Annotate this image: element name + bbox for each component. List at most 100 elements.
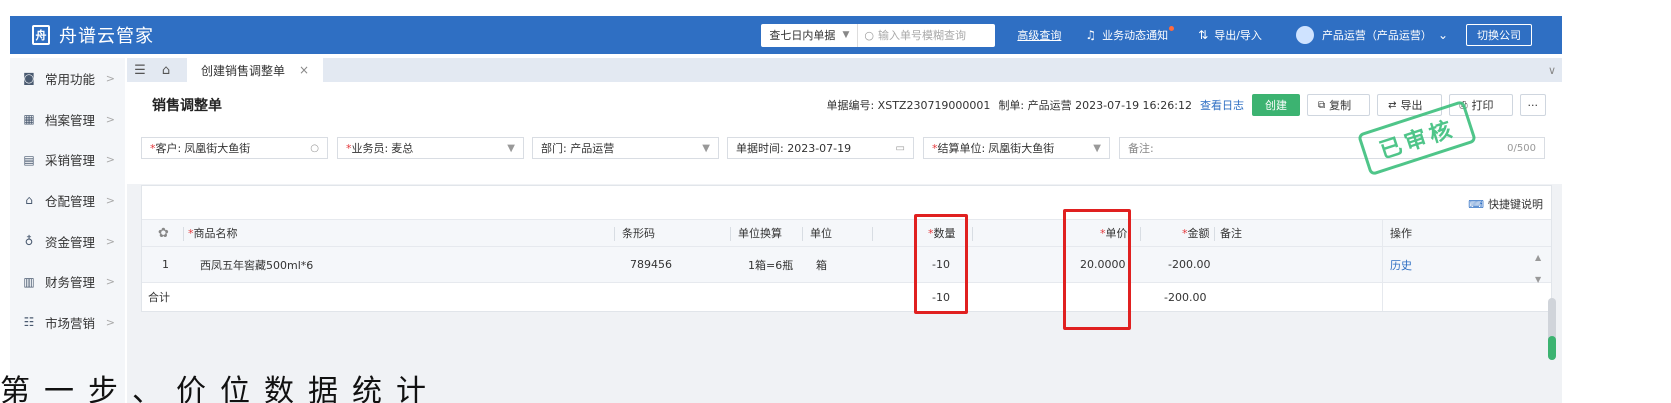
table-header: ✿ * 商品名称 条形码 单位换算 单位 * 数量 * 单价 * 金额 备注 操作 xyxy=(142,219,1551,247)
warehouse-icon: ⌂ xyxy=(25,193,33,208)
more-button[interactable]: ··· xyxy=(1519,94,1546,116)
sort-arrows-icon: ⇅ xyxy=(1198,28,1209,42)
ops-column xyxy=(1382,219,1522,311)
user-name: 产品运营（产品运营） xyxy=(1321,29,1432,42)
sidebar-item-label: 财务管理 xyxy=(45,275,96,291)
notifications-button[interactable]: ♫ 业务动态通知 xyxy=(1085,25,1175,43)
settlement-label: 结算单位: xyxy=(937,142,986,155)
remark-counter: 0/500 xyxy=(1507,142,1536,154)
export-import-button[interactable]: ⇅ 导出/导入 xyxy=(1198,27,1262,43)
row-amount[interactable]: -200.00 xyxy=(1168,247,1210,282)
department-field[interactable]: 部门: 产品运营 ▼ xyxy=(532,137,719,159)
sidebar-item-label: 资金管理 xyxy=(45,234,96,250)
salesman-field[interactable]: * 业务员: 麦总 ▼ xyxy=(337,137,524,159)
sidebar-item-common[interactable]: ◙ 常用功能 > xyxy=(10,58,125,99)
sidebar: ◙ 常用功能 > ▦ 档案管理 > ▤ 采销管理 > ⌂ 仓配管理 > ♁ 资金… xyxy=(10,58,125,403)
copy-button[interactable]: ⧉ 复制 xyxy=(1306,94,1371,116)
shortcut-help-link[interactable]: ⌨ 快捷键说明 xyxy=(1468,196,1543,212)
doc-search-input[interactable]: ○ 输入单号模糊查询 xyxy=(857,23,996,47)
fund-icon: ♁ xyxy=(24,234,34,249)
menu-collapse-icon[interactable]: ☰ xyxy=(127,63,153,78)
caret-down-icon: ▼ xyxy=(702,142,710,154)
price-highlight-box xyxy=(1063,209,1131,330)
avatar xyxy=(1295,26,1314,44)
column-header-unit: 单位 xyxy=(810,227,832,240)
chevron-right-icon: > xyxy=(105,71,115,85)
advanced-search-link[interactable]: 高级查询 xyxy=(1017,27,1061,43)
row-product-name[interactable]: 西凤五年窖藏500ml*6 xyxy=(200,247,313,282)
qty-highlight-box xyxy=(914,214,968,314)
search-placeholder: 输入单号模糊查询 xyxy=(878,29,966,42)
page-scrollbar-thumb[interactable] xyxy=(1548,336,1556,360)
table-total-row: 合计 -10 -200.00 xyxy=(142,283,1551,311)
create-button[interactable]: 创建 xyxy=(1251,94,1300,116)
export-label: 导出 xyxy=(1400,99,1423,112)
row-barcode: 789456 xyxy=(630,258,672,271)
caret-down-icon: ▼ xyxy=(1093,142,1101,154)
row-scroll-arrows-icon[interactable]: ▲ ▼ xyxy=(1535,252,1541,285)
customer-field[interactable]: * 客户: 凤凰街大鱼街 ○ xyxy=(141,137,328,159)
page-title: 销售调整单 xyxy=(152,98,222,114)
sidebar-item-finance[interactable]: ▥ 财务管理 > xyxy=(10,261,125,302)
settlement-field[interactable]: * 结算单位: 凤凰街大鱼街 ▼ xyxy=(923,137,1110,159)
chevron-right-icon: > xyxy=(105,234,115,248)
sidebar-item-archive[interactable]: ▦ 档案管理 > xyxy=(10,99,125,140)
document-header: 销售调整单 单据编号: XSTZ230719000001 制单: 产品运营 20… xyxy=(127,82,1562,128)
archive-icon: ▦ xyxy=(23,112,35,127)
date-range-select[interactable]: 查七日内单据 ▼ xyxy=(761,23,858,47)
user-menu[interactable]: 产品运营（产品运营） ⌄ xyxy=(1295,26,1448,44)
settings-gear-icon[interactable]: ✿ xyxy=(158,220,169,246)
sidebar-item-fund[interactable]: ♁ 资金管理 > xyxy=(10,221,125,262)
sidebar-item-marketing[interactable]: ☷ 市场营销 > xyxy=(10,302,125,343)
items-table: ⌨ 快捷键说明 ✿ * 商品名称 条形码 单位换算 单位 * 数量 * 单价 * 金额 xyxy=(141,185,1552,312)
home-icon[interactable]: ⌂ xyxy=(153,63,179,78)
table-row[interactable]: 1 西凤五年窖藏500ml*6 789456 1箱=6瓶 箱 -10 20.00… xyxy=(142,247,1551,283)
column-header-barcode: 条形码 xyxy=(622,227,655,240)
print-label: 打印 xyxy=(1471,99,1494,112)
remark-label: 备注: xyxy=(1128,142,1154,155)
remark-field[interactable]: 备注: 0/500 xyxy=(1119,137,1545,159)
chevron-right-icon: > xyxy=(105,153,115,167)
search-icon: ○ xyxy=(864,28,874,42)
sidebar-item-warehouse[interactable]: ⌂ 仓配管理 > xyxy=(10,180,125,221)
common-icon: ◙ xyxy=(23,71,35,86)
export-icon: ⇄ xyxy=(1388,99,1397,111)
tab-strip: ☰ ⌂ 创建销售调整单 × ∨ xyxy=(127,58,1562,82)
chevron-down-icon[interactable]: ∨ xyxy=(1548,64,1556,77)
customer-value: 凤凰街大鱼街 xyxy=(184,142,251,155)
sidebar-item-label: 常用功能 xyxy=(45,71,96,87)
app-logo-icon: 舟 xyxy=(32,25,50,45)
customer-label: 客户: xyxy=(155,142,182,155)
shortcut-label: 快捷键说明 xyxy=(1488,198,1543,211)
doc-creator: 制单: 产品运营 2023-07-19 16:26:12 xyxy=(998,99,1192,112)
marketing-icon: ☷ xyxy=(23,315,35,330)
brand[interactable]: 舟 舟谱云管家 xyxy=(32,22,154,48)
close-icon[interactable]: × xyxy=(299,63,309,77)
caret-down-icon: ▼ xyxy=(507,142,515,154)
chevron-right-icon: > xyxy=(105,275,115,289)
sidebar-item-purchase[interactable]: ▤ 采销管理 > xyxy=(10,139,125,180)
tab-create-sales-adjustment[interactable]: 创建销售调整单 × xyxy=(187,58,324,82)
column-header-note: 备注 xyxy=(1220,227,1242,240)
notification-dot xyxy=(1169,25,1175,31)
caption-text: 第一步、价位数据统计 xyxy=(0,374,440,403)
doc-date-field[interactable]: 单据时间: 2023-07-19 ▭ xyxy=(727,137,914,159)
switch-company-button[interactable]: 切换公司 xyxy=(1466,24,1532,46)
department-value: 部门: 产品运营 xyxy=(541,142,615,155)
total-label: 合计 xyxy=(148,291,170,304)
sidebar-item-label: 档案管理 xyxy=(45,112,96,128)
export-import-label: 导出/导入 xyxy=(1214,29,1262,42)
column-header-unit-conv: 单位换算 xyxy=(738,227,782,240)
chevron-right-icon: > xyxy=(105,112,115,126)
search-icon: ○ xyxy=(310,142,319,154)
main-content: 销售调整单 单据编号: XSTZ230719000001 制单: 产品运营 20… xyxy=(127,82,1562,403)
sidebar-item-label: 仓配管理 xyxy=(45,193,96,209)
row-unit-conv: 1箱=6瓶 xyxy=(748,258,794,272)
row-unit: 箱 xyxy=(816,258,827,272)
copy-label: 复制 xyxy=(1329,99,1352,112)
row-index: 1 xyxy=(162,258,169,271)
view-log-link[interactable]: 查看日志 xyxy=(1200,97,1244,113)
calendar-icon: ▭ xyxy=(895,142,905,154)
salesman-value: 麦总 xyxy=(391,142,414,155)
screen: 舟 舟谱云管家 查七日内单据 ▼ ○ 输入单号模糊查询 高级查询 ♫ 业务动态通… xyxy=(0,0,1671,403)
